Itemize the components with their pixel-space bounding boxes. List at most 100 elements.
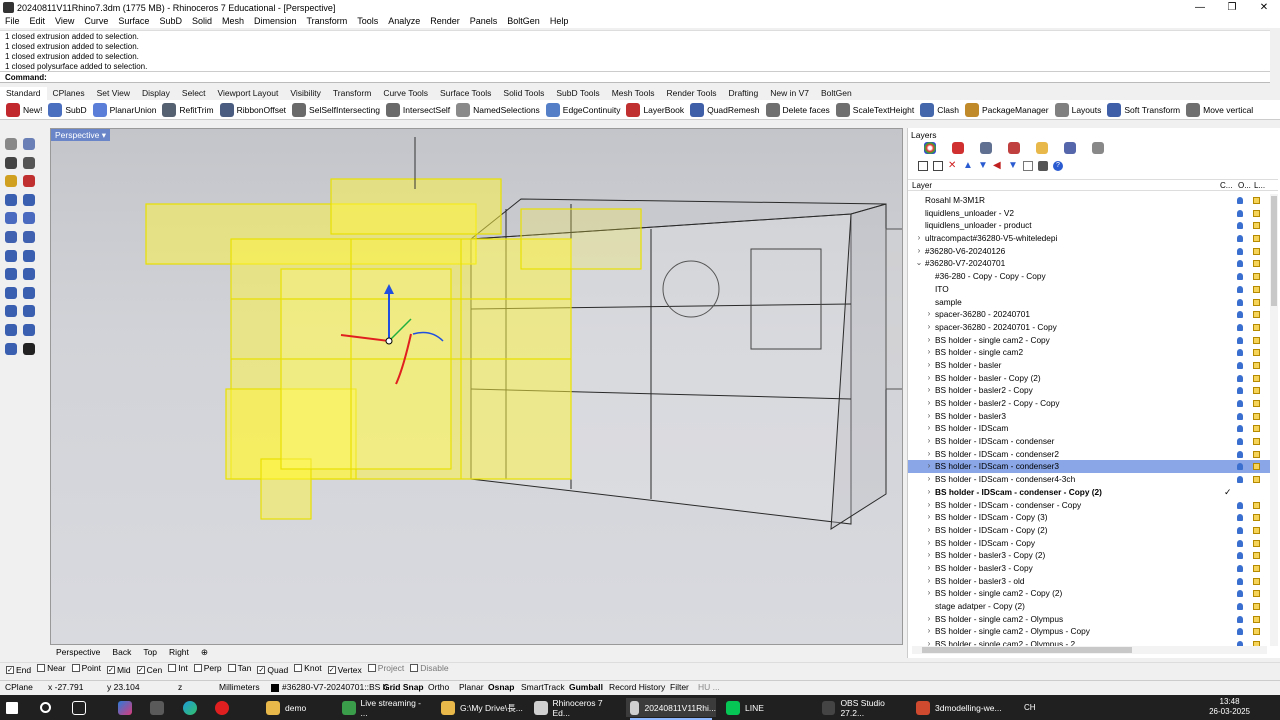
menu-item-curve[interactable]: Curve [79,15,113,28]
osnap-int[interactable]: Int [168,663,188,673]
layers-icon[interactable] [952,142,964,154]
lock-icon[interactable] [1253,628,1260,636]
tab-render-tools[interactable]: Render Tools [661,87,723,100]
visibility-bulb-icon[interactable] [1237,260,1243,268]
boolean-diff-icon[interactable] [23,286,35,299]
menu-item-transform[interactable]: Transform [302,15,353,28]
expand-chevron-icon[interactable]: › [925,575,933,588]
visibility-bulb-icon[interactable] [1237,311,1243,319]
visibility-bulb-icon[interactable] [1237,463,1243,471]
lock-icon[interactable] [1253,311,1260,319]
select-icon[interactable] [5,138,17,150]
torus-icon[interactable] [23,212,35,225]
lock-icon[interactable] [1253,526,1260,534]
expand-chevron-icon[interactable]: › [925,448,933,461]
lock-icon[interactable] [1253,374,1260,382]
osnap-knot-checkbox[interactable] [294,664,303,672]
taskbar-app-20240811v11rhi[interactable]: 20240811V11Rhi... [626,698,716,720]
osnap-cen[interactable]: ✓ Cen [136,665,162,675]
menu-item-mesh[interactable]: Mesh [217,15,249,28]
expand-chevron-icon[interactable]: › [915,232,923,245]
filter-icon[interactable]: ▼ [1008,161,1018,171]
tab-viewport-layout[interactable]: Viewport Layout [212,87,285,100]
lock-icon[interactable] [1253,514,1260,522]
render-icon[interactable] [980,142,992,154]
layer-row[interactable]: › BS holder - single cam2 - Olympus - Cop… [908,625,1270,638]
lock-icon[interactable] [1253,450,1260,458]
tab-mesh-tools[interactable]: Mesh Tools [606,87,661,100]
split-icon[interactable] [23,324,35,336]
menu-item-panels[interactable]: Panels [465,15,503,28]
tab-drafting[interactable]: Drafting [722,87,764,100]
lock-icon[interactable] [1253,425,1260,433]
extrude-icon[interactable] [23,268,35,281]
expand-chevron-icon[interactable]: › [915,245,923,258]
tab-select[interactable]: Select [176,87,212,100]
tools-icon[interactable] [1038,161,1048,171]
lock-icon[interactable] [1253,463,1260,471]
taskbar-app-line[interactable]: LINE [722,698,782,717]
tab-set-view[interactable]: Set View [91,87,136,100]
tab-curve-tools[interactable]: Curve Tools [377,87,434,100]
lock-icon[interactable] [1253,361,1260,369]
move-up-icon[interactable]: ▲ [963,161,973,171]
layer-row[interactable]: › BS holder - IDScam - Copy (2) [908,524,1270,537]
visibility-bulb-icon[interactable] [1237,323,1243,331]
layer-row[interactable]: › BS holder - single cam2 [908,346,1270,359]
layer-row[interactable]: › BS holder - single cam2 - Copy (2) [908,587,1270,600]
soft-transform-button[interactable]: Soft Transform [1107,100,1180,120]
expand-chevron-icon[interactable]: › [925,384,933,397]
lock-icon[interactable] [1253,552,1260,560]
cylinder-icon[interactable] [23,193,35,206]
osnap-tan-checkbox[interactable] [227,664,236,672]
taskbar-app-live-streaming[interactable]: Live streaming - ... [338,698,428,718]
tab-new-in-v7[interactable]: New in V7 [764,87,815,100]
delete-layer-icon[interactable]: ✕ [948,161,958,171]
lock-icon[interactable] [1253,412,1260,420]
lock-icon[interactable] [1253,577,1260,585]
taskbar-app-g-my-drive[interactable]: G:\My Drive\長... [437,698,527,717]
osnap-near-checkbox[interactable] [37,664,46,672]
subd-button[interactable]: SubD [48,100,87,120]
perspective-viewport[interactable]: Perspective ▾ [50,128,903,645]
layer-row[interactable]: › BS holder - IDScam - condenser [908,435,1270,448]
visibility-bulb-icon[interactable] [1237,197,1243,204]
osnap-end[interactable]: ✓ End [6,665,31,675]
pyramid-icon[interactable] [5,249,17,262]
osnap-quad[interactable]: ✓ Quad [257,665,288,675]
pipe-icon[interactable] [5,268,17,281]
visibility-bulb-icon[interactable] [1237,298,1243,306]
menu-item-subd[interactable]: SubD [154,15,187,28]
visibility-bulb-icon[interactable] [1237,425,1243,433]
visibility-bulb-icon[interactable] [1237,349,1243,357]
osnap-point-checkbox[interactable] [71,664,80,672]
visibility-bulb-icon[interactable] [1237,336,1243,344]
visibility-bulb-icon[interactable] [1237,526,1243,534]
gumball-toggle[interactable]: Gumball [569,681,603,694]
visibility-bulb-icon[interactable] [1237,400,1243,407]
point-icon[interactable] [23,138,35,150]
col-current[interactable]: C... [1220,180,1232,191]
viewport-tab-right[interactable]: Right [163,646,195,659]
clock[interactable]: 13:48 26-03-2025 [1209,697,1250,717]
tab-transform[interactable]: Transform [327,87,377,100]
edgecontinuity-button[interactable]: EdgeContinuity [545,100,620,120]
expand-chevron-icon[interactable]: › [925,321,933,334]
mesh-icon[interactable] [5,342,17,355]
scaletextheight-button[interactable]: ScaleTextHeight [835,100,914,120]
record-history-toggle[interactable]: Record History [609,681,665,694]
col-lock[interactable]: L... [1254,180,1265,191]
layer-row[interactable]: › BS holder - IDScam - Copy [908,537,1270,550]
layer-row[interactable]: Rosahl M-3M1R [908,194,1270,207]
expand-chevron-icon[interactable]: › [925,372,933,385]
expand-chevron-icon[interactable]: › [925,460,933,473]
menu-item-boltgen[interactable]: BoltGen [502,15,545,28]
move-vertical-button[interactable]: Move vertical [1186,100,1253,120]
menu-item-dimension[interactable]: Dimension [249,15,302,28]
visibility-bulb-icon[interactable] [1237,603,1243,610]
new-layer-icon[interactable] [918,161,928,171]
visibility-bulb-icon[interactable] [1237,235,1243,243]
namedselections-button[interactable]: NamedSelections [456,100,540,120]
lock-icon[interactable] [1253,387,1260,395]
visibility-bulb-icon[interactable] [1237,222,1243,230]
